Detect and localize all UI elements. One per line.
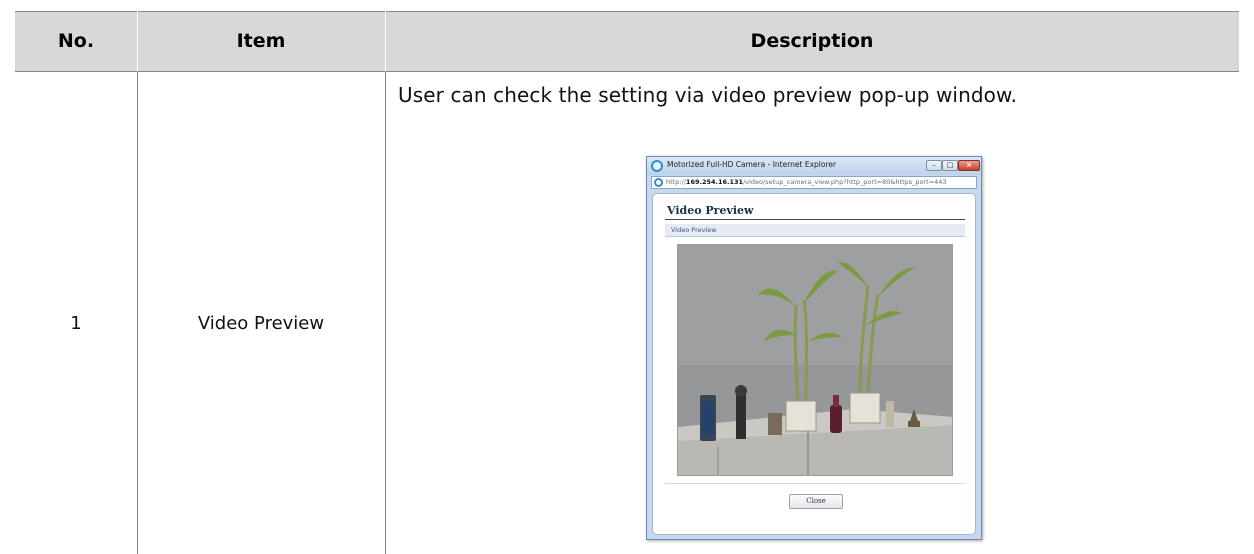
column-divider-2 (385, 71, 386, 554)
camera-preview-image (677, 244, 953, 476)
heading-underline (665, 219, 965, 220)
row-item-cell: Video Preview (197, 313, 325, 334)
maximize-icon[interactable]: □ (942, 160, 958, 171)
video-preview-popup-window: Motorized Full-HD Camera - Internet Expl… (646, 156, 982, 540)
header-divider-1 (137, 11, 138, 71)
table-top-border (15, 11, 1239, 12)
address-bar[interactable]: http://169.254.16.131/video/setup_camera… (651, 176, 977, 189)
ie-page-icon (654, 178, 663, 187)
ie-logo-icon (651, 160, 663, 172)
video-preview-tabbar: Video Preview (665, 224, 965, 237)
close-button[interactable]: Close (789, 494, 843, 509)
header-item: Item (137, 11, 385, 71)
row-description-text: User can check the setting via video pre… (398, 83, 1018, 107)
header-divider-2 (385, 11, 386, 71)
close-icon[interactable]: × (958, 160, 980, 171)
window-titlebar: Motorized Full-HD Camera - Internet Expl… (647, 157, 981, 175)
row-no-cell: 1 (70, 313, 82, 334)
minimize-icon[interactable]: – (926, 160, 942, 171)
popup-page: Video Preview Video Preview Close (652, 193, 976, 535)
camera-scene-illustration (678, 245, 952, 475)
header-bottom-border (15, 71, 1239, 72)
header-no: No. (15, 11, 137, 71)
window-title: Motorized Full-HD Camera - Internet Expl… (667, 160, 837, 169)
video-preview-heading: Video Preview (667, 204, 754, 217)
spec-table: No. Item Description 1 Video Preview Use… (15, 11, 1239, 554)
footer-divider (665, 483, 965, 484)
video-preview-tab[interactable]: Video Preview (671, 226, 717, 234)
address-url: http://169.254.16.131/video/setup_camera… (666, 178, 947, 186)
header-description: Description (385, 11, 1239, 71)
